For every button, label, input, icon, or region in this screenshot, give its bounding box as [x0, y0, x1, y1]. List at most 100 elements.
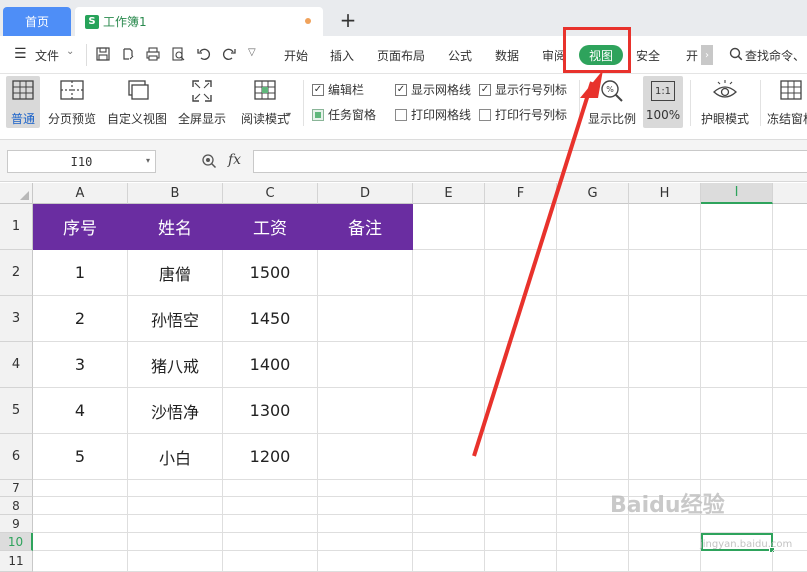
table-cell[interactable]: 1 — [33, 250, 128, 296]
cell[interactable] — [485, 434, 557, 480]
menu-developer[interactable]: 开 — [686, 47, 698, 64]
name-box[interactable]: I10 — [7, 150, 156, 173]
row-header[interactable]: 3 — [0, 296, 33, 342]
row-header[interactable]: 11 — [0, 551, 33, 572]
cell[interactable] — [413, 434, 485, 480]
cell[interactable] — [701, 434, 773, 480]
cell[interactable] — [485, 480, 557, 497]
table-cell[interactable]: 1200 — [223, 434, 318, 480]
custom-view-button[interactable]: 自定义视图 — [106, 76, 168, 128]
table-cell[interactable]: 1300 — [223, 388, 318, 434]
cell[interactable] — [701, 204, 773, 250]
row-header[interactable]: 5 — [0, 388, 33, 434]
eye-protection-button[interactable]: 护眼模式 — [698, 76, 752, 128]
chevron-down-icon[interactable]: ⌄ — [66, 46, 74, 57]
row-header[interactable]: 8 — [0, 497, 33, 515]
table-cell[interactable] — [318, 434, 413, 480]
cell[interactable] — [223, 533, 318, 551]
cell[interactable] — [629, 204, 701, 250]
command-search[interactable]: 查找命令、 — [745, 47, 805, 64]
column-header[interactable]: G — [557, 183, 629, 204]
cell[interactable] — [629, 551, 701, 572]
cell[interactable] — [701, 388, 773, 434]
column-header[interactable] — [773, 183, 807, 204]
column-header[interactable]: C — [223, 183, 318, 204]
table-cell[interactable]: 1400 — [223, 342, 318, 388]
normal-view-button[interactable]: 普通 — [6, 76, 40, 128]
cell[interactable] — [485, 342, 557, 388]
cell[interactable] — [128, 551, 223, 572]
table-cell[interactable]: 5 — [33, 434, 128, 480]
menu-page-layout[interactable]: 页面布局 — [377, 47, 425, 64]
cell[interactable] — [557, 204, 629, 250]
zoom-100-button[interactable]: 1:1 100% — [643, 76, 683, 128]
name-box-dropdown-icon[interactable]: ▾ — [146, 156, 150, 165]
cell[interactable] — [128, 515, 223, 533]
row-header[interactable]: 7 — [0, 480, 33, 497]
row-header[interactable]: 2 — [0, 250, 33, 296]
column-header[interactable]: I — [701, 183, 773, 204]
cell[interactable] — [629, 250, 701, 296]
tab-home[interactable]: 首页 — [3, 7, 71, 36]
cell[interactable] — [557, 296, 629, 342]
cell[interactable] — [701, 250, 773, 296]
zoom-search-icon[interactable] — [201, 153, 217, 169]
column-header[interactable]: F — [485, 183, 557, 204]
table-cell[interactable] — [318, 342, 413, 388]
cell[interactable] — [413, 250, 485, 296]
new-tab-button[interactable]: + — [338, 10, 358, 32]
cell[interactable] — [485, 204, 557, 250]
row-header[interactable]: 1 — [0, 204, 33, 250]
cell[interactable] — [485, 515, 557, 533]
select-all-corner[interactable] — [0, 183, 33, 204]
checkbox-show-headings[interactable]: ✓ 显示行号列标 — [479, 81, 567, 98]
cell[interactable] — [318, 480, 413, 497]
table-cell[interactable]: 唐僧 — [128, 250, 223, 296]
cell[interactable] — [413, 342, 485, 388]
column-header[interactable]: E — [413, 183, 485, 204]
table-cell[interactable]: 猪八戒 — [128, 342, 223, 388]
menu-formulas[interactable]: 公式 — [448, 47, 472, 64]
customize-toolbar-icon[interactable]: ▽ — [248, 47, 256, 58]
cell[interactable] — [223, 551, 318, 572]
column-header[interactable]: A — [33, 183, 128, 204]
cell[interactable] — [413, 296, 485, 342]
table-cell[interactable]: 沙悟净 — [128, 388, 223, 434]
cell[interactable] — [773, 551, 807, 572]
cell[interactable] — [557, 551, 629, 572]
column-header[interactable]: D — [318, 183, 413, 204]
cell[interactable] — [557, 250, 629, 296]
cell[interactable] — [773, 388, 807, 434]
table-cell[interactable]: 1450 — [223, 296, 318, 342]
cell[interactable] — [33, 480, 128, 497]
menu-data[interactable]: 数据 — [495, 47, 519, 64]
table-cell[interactable] — [318, 250, 413, 296]
full-screen-button[interactable]: 全屏显示 — [176, 76, 228, 128]
menu-file[interactable]: 文件 — [35, 47, 59, 64]
cell[interactable] — [128, 533, 223, 551]
cell[interactable] — [413, 388, 485, 434]
menu-security[interactable]: 安全 — [636, 47, 660, 64]
print-icon[interactable] — [145, 46, 161, 62]
undo-icon[interactable] — [196, 46, 212, 62]
column-header[interactable]: H — [629, 183, 701, 204]
freeze-panes-button[interactable]: 冻结窗格 — [766, 76, 807, 128]
cell[interactable] — [773, 204, 807, 250]
cell[interactable] — [485, 533, 557, 551]
table-header-cell[interactable]: 工资 — [223, 204, 318, 250]
cell[interactable] — [629, 388, 701, 434]
cell[interactable] — [485, 250, 557, 296]
cell[interactable] — [557, 388, 629, 434]
table-cell[interactable]: 3 — [33, 342, 128, 388]
cell[interactable] — [485, 388, 557, 434]
cell[interactable] — [701, 551, 773, 572]
cell[interactable] — [413, 480, 485, 497]
table-header-cell[interactable]: 姓名 — [128, 204, 223, 250]
checkbox-formula-bar[interactable]: ✓ 编辑栏 — [312, 81, 364, 98]
checkbox-print-headings[interactable]: 打印行号列标 — [479, 106, 567, 123]
cell[interactable] — [773, 342, 807, 388]
cell[interactable] — [33, 551, 128, 572]
table-header-cell[interactable]: 备注 — [318, 204, 413, 250]
cell[interactable] — [773, 480, 807, 497]
table-header-cell[interactable]: 序号 — [33, 204, 128, 250]
